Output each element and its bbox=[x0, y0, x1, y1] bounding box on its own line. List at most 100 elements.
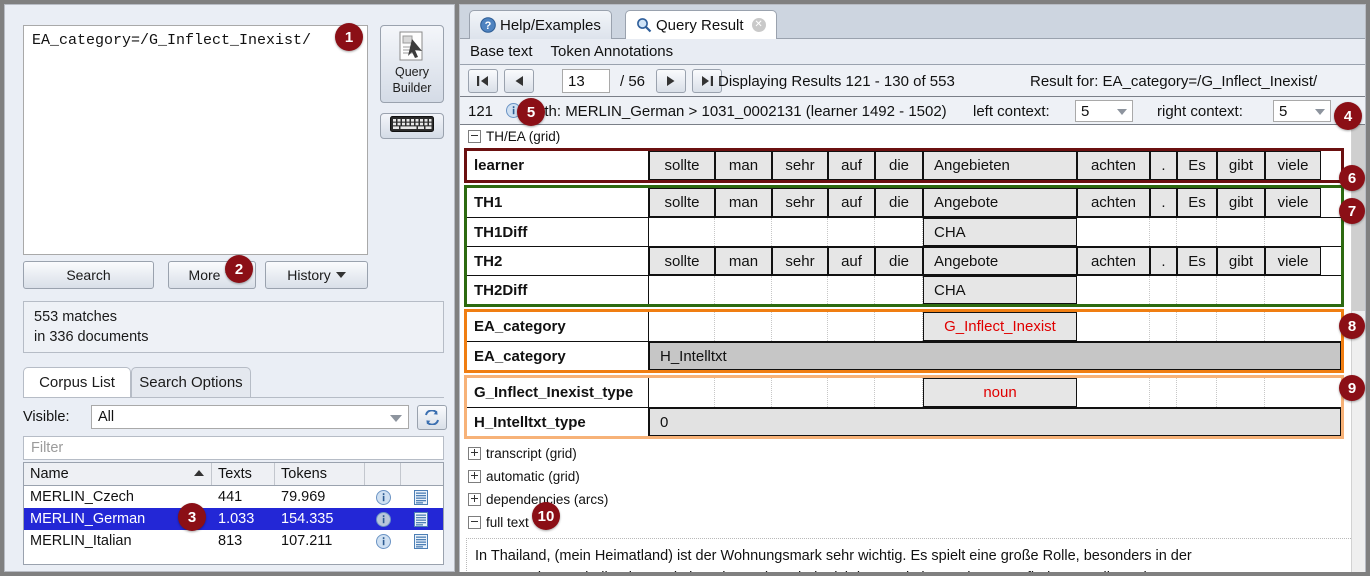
tab-search-options[interactable]: Search Options bbox=[131, 367, 251, 397]
corpus-texts: 1.033 bbox=[218, 511, 255, 527]
documents-count: in 336 documents bbox=[34, 328, 149, 345]
corpus-name: MERLIN_Italian bbox=[30, 533, 132, 549]
token-cell: Es bbox=[1177, 188, 1217, 217]
tree-item-full-text[interactable]: full text bbox=[460, 511, 1365, 534]
token-cell: CHA bbox=[923, 218, 1077, 246]
virtual-keyboard-button[interactable] bbox=[380, 113, 444, 139]
row-label: learner bbox=[467, 151, 649, 180]
search-icon bbox=[637, 18, 652, 33]
left-context-select[interactable]: 5 bbox=[1075, 100, 1133, 122]
token-cell bbox=[649, 378, 715, 407]
token-cell bbox=[875, 378, 923, 407]
row-label: EA_category bbox=[467, 312, 649, 341]
callout-badge-1: 1 bbox=[335, 23, 363, 51]
right-context-value: 5 bbox=[1279, 102, 1288, 120]
filter-input[interactable]: Filter bbox=[23, 436, 444, 460]
table-row[interactable]: MERLIN_Italian 813 107.211 bbox=[24, 530, 443, 552]
row-cells: sollte man sehr auf die Angebieten achte… bbox=[649, 151, 1341, 180]
expand-icon bbox=[468, 447, 481, 460]
token-cell: sollte bbox=[649, 151, 715, 180]
annotation-cell-span: 0 bbox=[649, 408, 1341, 436]
annotation-grid-area: TH/EA (grid) learner sollte man sehr auf… bbox=[460, 125, 1365, 572]
token-cell bbox=[772, 312, 828, 341]
grid-section-title: TH/EA (grid) bbox=[486, 129, 561, 144]
token-cell bbox=[715, 378, 772, 407]
tree-label: full text bbox=[486, 515, 529, 530]
visible-filter-row: Visible: All bbox=[23, 405, 447, 431]
annotation-cell: noun bbox=[923, 378, 1077, 407]
menu-base-text[interactable]: Base text bbox=[470, 43, 533, 60]
token-cell: auf bbox=[828, 188, 875, 217]
document-icon[interactable] bbox=[401, 530, 441, 552]
token-cell bbox=[649, 218, 715, 246]
first-page-button[interactable] bbox=[468, 69, 498, 93]
tree-item-automatic[interactable]: automatic (grid) bbox=[460, 465, 1365, 488]
info-icon[interactable] bbox=[365, 530, 401, 552]
token-cell bbox=[1177, 276, 1217, 304]
document-icon[interactable] bbox=[401, 508, 441, 530]
row-label: TH2 bbox=[467, 247, 649, 275]
callout-badge-7: 7 bbox=[1339, 198, 1365, 224]
table-row: TH1 sollte man sehr auf die Angebote ach… bbox=[467, 188, 1341, 217]
refresh-button[interactable] bbox=[417, 405, 447, 430]
first-page-icon bbox=[477, 76, 488, 86]
history-button[interactable]: History bbox=[265, 261, 368, 289]
tab-help-examples[interactable]: ? Help/Examples bbox=[469, 10, 612, 39]
displaying-results: Displaying Results 121 - 130 of 553 bbox=[718, 73, 955, 90]
th-group: TH1 sollte man sehr auf die Angebote ach… bbox=[464, 185, 1344, 307]
expand-icon bbox=[468, 470, 481, 483]
query-input[interactable]: EA_category=/G_Inflect_Inexist/ bbox=[23, 25, 368, 255]
result-navbar: 13 / 56 Displaying Results 121 - 130 of … bbox=[460, 65, 1365, 97]
document-icon[interactable] bbox=[401, 486, 441, 508]
token-cell bbox=[772, 218, 828, 246]
column-header-texts[interactable]: Texts bbox=[212, 463, 275, 485]
query-builder-icon bbox=[398, 31, 426, 63]
expand-icon bbox=[468, 493, 481, 506]
previous-page-icon bbox=[515, 76, 523, 86]
token-cell bbox=[1177, 312, 1217, 341]
visible-select[interactable]: All bbox=[91, 405, 409, 429]
page-input[interactable]: 13 bbox=[562, 69, 610, 93]
table-row: TH2 sollte man sehr auf die Angebote ach… bbox=[467, 246, 1341, 275]
token-cell: die bbox=[875, 188, 923, 217]
tab-query-result[interactable]: Query Result ✕ bbox=[625, 10, 777, 39]
info-icon[interactable] bbox=[365, 486, 401, 508]
tree-item-transcript[interactable]: transcript (grid) bbox=[460, 442, 1365, 465]
token-cell: Angebote bbox=[923, 247, 1077, 275]
table-row: H_Intelltxt_type 0 bbox=[467, 407, 1341, 436]
search-button[interactable]: Search bbox=[23, 261, 154, 289]
token-cell bbox=[1265, 276, 1321, 304]
token-cell bbox=[715, 218, 772, 246]
row-cells: 0 bbox=[649, 408, 1341, 436]
corpus-table: Name Texts Tokens MERLIN_Czech 441 79.96… bbox=[23, 462, 444, 565]
page-total: / 56 bbox=[620, 73, 646, 90]
chevron-down-icon bbox=[1315, 109, 1325, 115]
token-cell bbox=[649, 276, 715, 304]
table-row[interactable]: MERLIN_Czech 441 79.969 bbox=[24, 486, 443, 508]
token-cell bbox=[828, 276, 875, 304]
right-context-select[interactable]: 5 bbox=[1273, 100, 1331, 122]
callout-badge-3: 3 bbox=[178, 503, 206, 531]
corpus-texts: 813 bbox=[218, 533, 243, 549]
tab-corpus-list[interactable]: Corpus List bbox=[23, 367, 131, 397]
vertical-scrollbar[interactable] bbox=[1351, 125, 1365, 572]
menu-token-annotations[interactable]: Token Annotations bbox=[551, 43, 674, 60]
history-label: History bbox=[287, 267, 331, 283]
table-row[interactable]: MERLIN_German 1.033 154.335 bbox=[24, 508, 443, 530]
grid-section-toggle[interactable]: TH/EA (grid) bbox=[460, 125, 1365, 148]
tab-divider bbox=[23, 397, 444, 398]
column-header-name[interactable]: Name bbox=[24, 463, 212, 485]
next-page-button[interactable] bbox=[656, 69, 686, 93]
token-cell bbox=[772, 276, 828, 304]
query-builder-button[interactable]: Query Builder bbox=[380, 25, 444, 103]
token-cell bbox=[1077, 312, 1150, 341]
column-header-tokens[interactable]: Tokens bbox=[275, 463, 365, 485]
tree-item-dependencies[interactable]: dependencies (arcs) bbox=[460, 488, 1365, 511]
close-icon[interactable]: ✕ bbox=[751, 18, 766, 32]
previous-page-button[interactable] bbox=[504, 69, 534, 93]
token-cell bbox=[1265, 218, 1321, 246]
application-window: EA_category=/G_Inflect_Inexist/ Query Bu… bbox=[0, 0, 1370, 576]
token-cell bbox=[1150, 312, 1177, 341]
match-summary: 553 matches in 336 documents bbox=[23, 301, 444, 353]
info-icon[interactable] bbox=[365, 508, 401, 530]
